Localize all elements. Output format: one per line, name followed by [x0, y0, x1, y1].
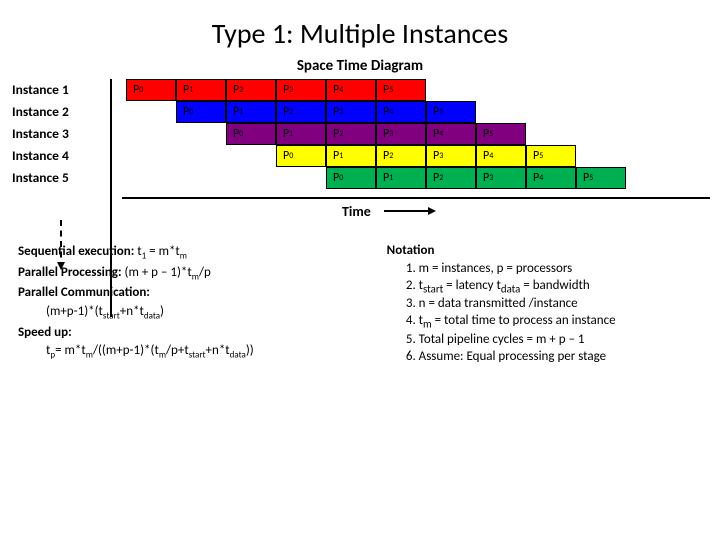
stage-cell: P3 — [276, 79, 326, 101]
time-axis-label: Time — [342, 203, 371, 220]
instance-row: Instance 1 P0P1P2P3P4P5 — [12, 79, 700, 101]
instance-axis-arrow-icon — [60, 220, 62, 268]
stage-cell: P1 — [226, 101, 276, 123]
notation-item: tstart = latency tdata = bandwidth — [419, 278, 700, 297]
stage-cell: P4 — [476, 145, 526, 167]
notation-item: tm = total time to process an instance — [419, 313, 700, 332]
stage-cell: P2 — [276, 101, 326, 123]
notation: Notation m = instances, p = processorsts… — [387, 243, 700, 366]
stage-cell: P4 — [526, 167, 576, 189]
stage-cell: P1 — [376, 167, 426, 189]
stage-cell: P4 — [326, 79, 376, 101]
instance-label: Instance 1 — [12, 79, 112, 98]
notes-section: Sequential execution: t1 = m*tm Parallel… — [0, 237, 720, 366]
notation-item: Assume: Equal processing per stage — [419, 349, 700, 366]
instance-label: Instance 5 — [12, 167, 112, 186]
stage-cell: P2 — [226, 79, 276, 101]
space-time-diagram: Instance 1P0P1P2P3P4P5Instance 2P0P1P2P3… — [0, 79, 720, 237]
stage-cell: P4 — [376, 101, 426, 123]
instance-label: Instance 4 — [12, 145, 112, 164]
stage-cell: P5 — [376, 79, 426, 101]
stage-cell: P1 — [326, 145, 376, 167]
stage-cell: P2 — [376, 145, 426, 167]
instance-row: Instance 2 P0P1P2P3P4P5 — [12, 101, 700, 123]
x-axis — [122, 197, 710, 199]
instance-row: Instance 5 P0P1P2P3P4P5 — [12, 167, 700, 189]
notation-item: m = instances, p = processors — [419, 261, 700, 278]
stage-cell: P2 — [326, 123, 376, 145]
stage-cell: P0 — [276, 145, 326, 167]
stage-cell: P5 — [426, 101, 476, 123]
stage-cell: P5 — [526, 145, 576, 167]
stage-cell: P3 — [326, 101, 376, 123]
page-title: Type 1: Multiple Instances — [0, 0, 720, 57]
formulas: Sequential execution: t1 = m*tm Parallel… — [18, 243, 363, 366]
stage-cell: P0 — [326, 167, 376, 189]
stage-cell: P0 — [126, 79, 176, 101]
instance-row: Instance 4 P0P1P2P3P4P5 — [12, 145, 700, 167]
notation-item: Total pipeline cycles = m + p – 1 — [419, 332, 700, 349]
time-arrow-icon — [384, 210, 434, 212]
stage-cell: P4 — [426, 123, 476, 145]
stage-cell: P3 — [376, 123, 426, 145]
stage-cell: P5 — [476, 123, 526, 145]
stage-cell: P3 — [476, 167, 526, 189]
stage-cell: P0 — [176, 101, 226, 123]
stage-cell: P0 — [226, 123, 276, 145]
instance-label: Instance 3 — [12, 123, 112, 142]
stage-cell: P5 — [576, 167, 626, 189]
instance-row: Instance 3 P0P1P2P3P4P5 — [12, 123, 700, 145]
stage-cell: P3 — [426, 145, 476, 167]
stage-cell: P1 — [176, 79, 226, 101]
notation-item: n = data transmitted /instance — [419, 296, 700, 313]
stage-cell: P1 — [276, 123, 326, 145]
page-subtitle: Space Time Diagram — [0, 57, 720, 75]
stage-cell: P2 — [426, 167, 476, 189]
instance-label: Instance 2 — [12, 101, 112, 120]
